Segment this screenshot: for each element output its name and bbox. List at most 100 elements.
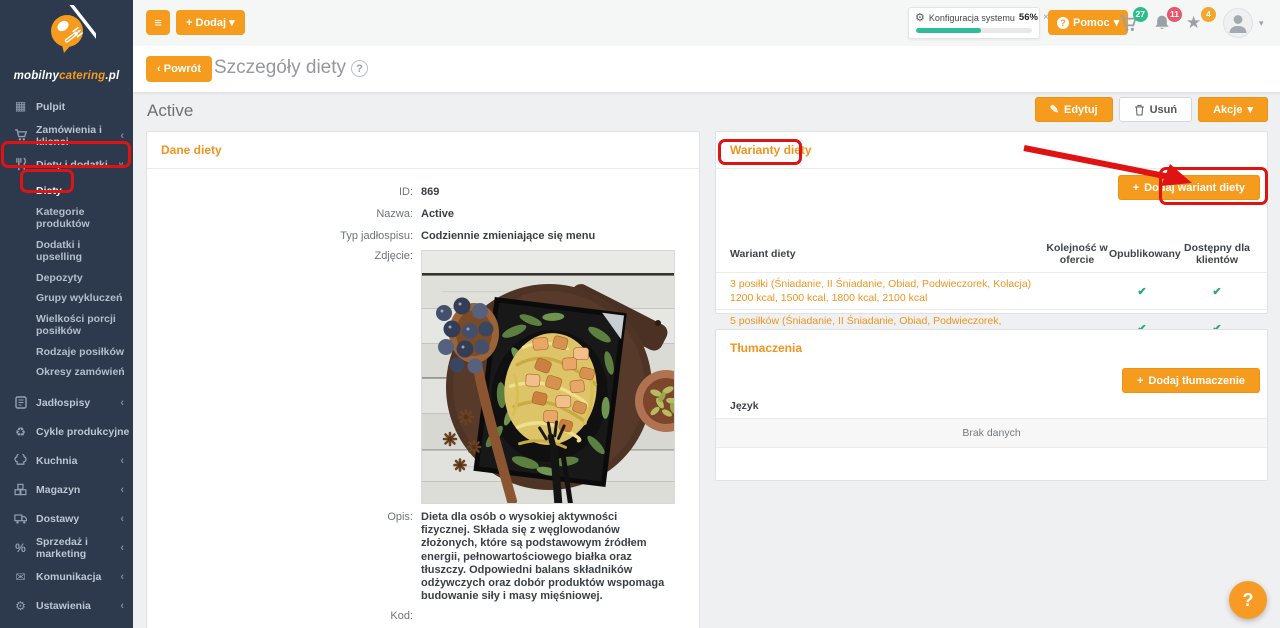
cart-badge: 27 <box>1132 7 1148 22</box>
diet-data-panel: Dane diety ID: 869 Nazwa: Active Typ jadło… <box>146 131 700 628</box>
page-help-icon[interactable]: ? <box>351 60 368 77</box>
sidebar-item-tresci[interactable]: ▤ Treści ‹ <box>0 621 133 628</box>
chevron-left-icon: ‹ <box>120 397 124 409</box>
sidebar-item-ustawienia[interactable]: ⚙ Ustawienia ‹ <box>0 592 133 621</box>
help-bubble-button[interactable]: ? <box>1229 581 1267 619</box>
dashboard-icon: ▦ <box>14 99 27 113</box>
config-label: Konfiguracja systemu <box>928 12 1015 23</box>
panel-title: Dane diety <box>147 132 699 169</box>
field-label: ID: <box>398 186 413 198</box>
cutlery-icon <box>13 157 28 172</box>
field-value-opis: Dieta dla osób o wysokiej aktywności fiz… <box>421 511 665 603</box>
config-percent: 56% <box>1018 12 1038 23</box>
chevron-left-icon: ‹ <box>120 542 124 554</box>
sidebar-nav: ▦ Pulpit Zamówienia i klienci ‹ Diety i … <box>0 92 133 628</box>
variants-table-header: Wariant diety Kolejność w ofercie Opubli… <box>730 242 1250 266</box>
edit-button[interactable]: ✎ Edytuj <box>1034 97 1113 122</box>
diet-photo <box>421 250 697 509</box>
sidebar-subitem-kategorie-produktow[interactable]: Kategorie produktów <box>0 202 133 235</box>
language-column-header: Język <box>730 400 759 412</box>
logo-text: mobilnycatering.pl <box>13 70 120 82</box>
field-label: Typ jadłospisu: <box>340 230 413 242</box>
field-label: Zdjęcie: <box>374 250 413 262</box>
variant-link[interactable]: 3 posiłki (Śniadanie, II Śniadanie, Obia… <box>730 277 1045 305</box>
global-add-button[interactable]: + Dodaj ▾ <box>176 10 245 35</box>
boxes-icon <box>13 483 28 498</box>
published-check-icon: ✔ <box>1137 285 1147 298</box>
delete-button[interactable]: Usuń <box>1118 97 1193 122</box>
trash-icon <box>1134 104 1144 116</box>
record-title: Active <box>147 101 194 120</box>
person-icon <box>1229 15 1247 33</box>
help-button[interactable]: ? Pomoc ▾ <box>1048 10 1129 35</box>
caret-down-icon: ▾ <box>1247 104 1253 116</box>
sidebar-toggle-button[interactable]: ≡ <box>146 10 170 35</box>
field-value-typ: Codziennie zmieniające się menu <box>421 230 596 242</box>
chevron-left-icon: ‹ <box>120 455 124 467</box>
add-variant-button[interactable]: + Dodaj wariant diety <box>1117 175 1260 200</box>
sidebar-item-magazyn[interactable]: Magazyn ‹ <box>0 476 133 505</box>
chevron-left-icon: ‹ <box>120 129 124 142</box>
gear-icon: ⚙ <box>15 598 26 613</box>
pencil-icon: ✎ <box>1049 104 1059 116</box>
menu-book-icon <box>13 395 28 411</box>
add-translation-button[interactable]: + Dodaj tłumaczenie <box>1121 368 1260 393</box>
app-logo[interactable]: mobilnycatering.pl <box>0 0 133 82</box>
sidebar-subitem-grupy-wykluczen[interactable]: Grupy wykluczeń <box>0 288 133 309</box>
field-value-id: 869 <box>421 186 440 198</box>
sidebar-item-sprzedaz[interactable]: % Sprzedaż i marketing ‹ <box>0 534 133 563</box>
available-check-icon: ✔ <box>1212 285 1222 298</box>
chevron-down-icon: ∨ <box>118 160 124 169</box>
envelope-icon: ✉ <box>15 569 26 584</box>
config-progress-track <box>916 28 1032 33</box>
bell-badge: 11 <box>1167 7 1182 22</box>
sidebar-item-jadlospisy[interactable]: Jadłospisy ‹ <box>0 389 133 418</box>
field-label: Opis: <box>387 511 413 523</box>
chef-hat-icon <box>13 453 28 469</box>
back-button[interactable]: ‹ Powrót <box>146 56 213 82</box>
content: Active ✎ Edytuj Usuń Akcje ▾ Dane diety ID… <box>133 92 1280 628</box>
sidebar: mobilnycatering.pl ▦ Pulpit Zamówienia i… <box>0 0 133 628</box>
sidebar-subitem-rodzaje-posilkow[interactable]: Rodzaje posiłków <box>0 342 133 363</box>
food-photo-illustration <box>422 251 697 509</box>
chevron-left-icon: ‹ <box>120 513 124 525</box>
sidebar-item-cykle-produkcyjne[interactable]: ♻ Cykle produkcyjne <box>0 418 133 447</box>
page-title: Szczegóły diety <box>214 57 347 78</box>
question-icon: ? <box>1057 16 1069 29</box>
star-notifications[interactable]: ★ 4 <box>1186 7 1216 35</box>
chevron-left-icon: ‹ <box>120 484 124 496</box>
sidebar-item-zamowienia[interactable]: Zamówienia i klienci ‹ <box>0 121 133 150</box>
record-actions: ✎ Edytuj Usuń Akcje ▾ <box>1034 97 1268 122</box>
empty-state: Brak danych <box>716 418 1267 448</box>
chevron-left-icon: ‹ <box>120 571 124 583</box>
bell-notifications[interactable]: 11 <box>1152 7 1182 35</box>
user-avatar[interactable] <box>1223 8 1253 38</box>
star-icon: ★ <box>1186 13 1202 32</box>
system-config-widget[interactable]: ⚙ Konfiguracja systemu 56% × <box>908 7 1049 39</box>
star-badge: 4 <box>1201 7 1216 22</box>
cart-notifications[interactable]: 27 <box>1118 7 1148 35</box>
sidebar-item-pulpit[interactable]: ▦ Pulpit <box>0 92 133 121</box>
sidebar-subitem-okresy-zamowien[interactable]: Okresy zamówień <box>0 362 133 383</box>
field-label: Nazwa: <box>376 208 413 220</box>
sidebar-subitem-depozyty[interactable]: Depozyty <box>0 268 133 289</box>
chevron-left-icon: ‹ <box>120 600 124 612</box>
panel-title: Tłumaczenia <box>730 341 803 355</box>
sidebar-subitem-wielkosci-porcji[interactable]: Wielkości porcji posiłków <box>0 309 133 342</box>
percent-icon: % <box>15 540 26 555</box>
field-value-nazwa: Active <box>421 208 455 220</box>
logo-icon <box>50 1 98 53</box>
recycle-icon: ♻ <box>15 424 26 439</box>
sidebar-subitem-dodatki-i-upselling[interactable]: Dodatki i upselling <box>0 235 133 268</box>
sidebar-item-diety-i-dodatki[interactable]: Diety i dodatki ∨ <box>0 150 133 179</box>
actions-dropdown-button[interactable]: Akcje ▾ <box>1198 97 1268 122</box>
sidebar-item-komunikacja[interactable]: ✉ Komunikacja ‹ <box>0 563 133 592</box>
avatar-caret-icon[interactable]: ▾ <box>1259 18 1264 29</box>
sidebar-item-dostawy[interactable]: Dostawy ‹ <box>0 505 133 534</box>
diet-variants-panel: Warianty diety ? +Dodaj wariant diety Wa… <box>715 131 1268 341</box>
translations-panel: Tłumaczenia + Dodaj tłumaczenie Język Bra… <box>715 329 1268 481</box>
topbar: ≡ + Dodaj ▾ ⚙ Konfiguracja systemu 56% ×… <box>133 0 1280 46</box>
sidebar-subitem-diety[interactable]: Diety <box>0 181 133 202</box>
field-label: Kod: <box>390 610 413 623</box>
sidebar-item-kuchnia[interactable]: Kuchnia ‹ <box>0 447 133 476</box>
